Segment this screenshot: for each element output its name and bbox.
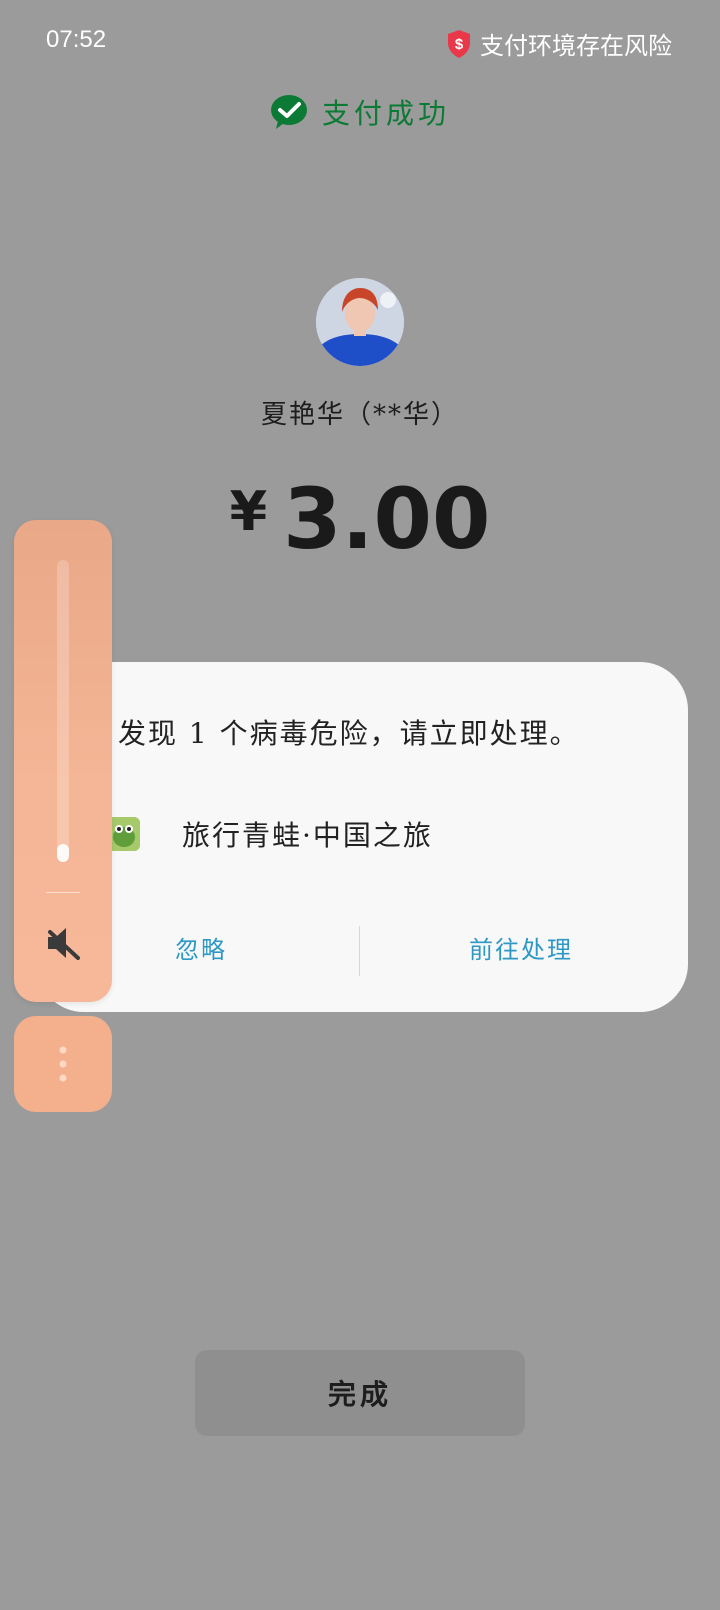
dialog-button-divider (359, 926, 360, 976)
done-button[interactable]: 完成 (195, 1350, 525, 1436)
handle-now-button[interactable]: 前往处理 (416, 924, 626, 976)
payee-avatar (316, 278, 404, 366)
payment-risk-indicator[interactable]: $ 支付环境存在风险 (446, 26, 672, 61)
payee-name: 夏艳华（**华） (260, 400, 459, 430)
ignore-button[interactable]: 忽略 (96, 924, 306, 976)
speaker-mute-icon[interactable] (44, 924, 82, 962)
more-vertical-icon (59, 1046, 67, 1082)
svg-text:$: $ (455, 36, 464, 53)
volume-more-button[interactable] (14, 1016, 112, 1112)
dialog-app-name: 旅行青蛙·中国之旅 (182, 819, 433, 852)
volume-divider (46, 892, 80, 893)
payment-risk-text: 支付环境存在风险 (480, 32, 672, 60)
wechat-pay-check-icon (270, 95, 307, 129)
volume-level-fill (57, 844, 69, 862)
amount-value: 3.00 (283, 470, 491, 568)
status-bar: 07:52 $ 支付环境存在风险 (0, 0, 720, 86)
volume-slider[interactable] (57, 560, 69, 862)
avatar-photo (316, 278, 404, 366)
volume-panel (14, 520, 112, 1002)
payment-success-header: 支付成功 (0, 92, 720, 132)
page-title: 支付成功 (321, 97, 450, 130)
frog-app-icon (108, 817, 140, 851)
status-time: 07:52 (46, 26, 107, 53)
currency-symbol: ¥ (229, 479, 268, 543)
shield-dollar-icon: $ (448, 29, 470, 58)
virus-warning-dialog: 发现 1 个病毒危险，请立即处理。 旅行青蛙·中国之旅 忽略 前往处理 (36, 662, 688, 1012)
dialog-app-entry: 旅行青蛙·中国之旅 (108, 814, 433, 854)
dialog-message: 发现 1 个病毒危险，请立即处理。 (118, 717, 580, 750)
